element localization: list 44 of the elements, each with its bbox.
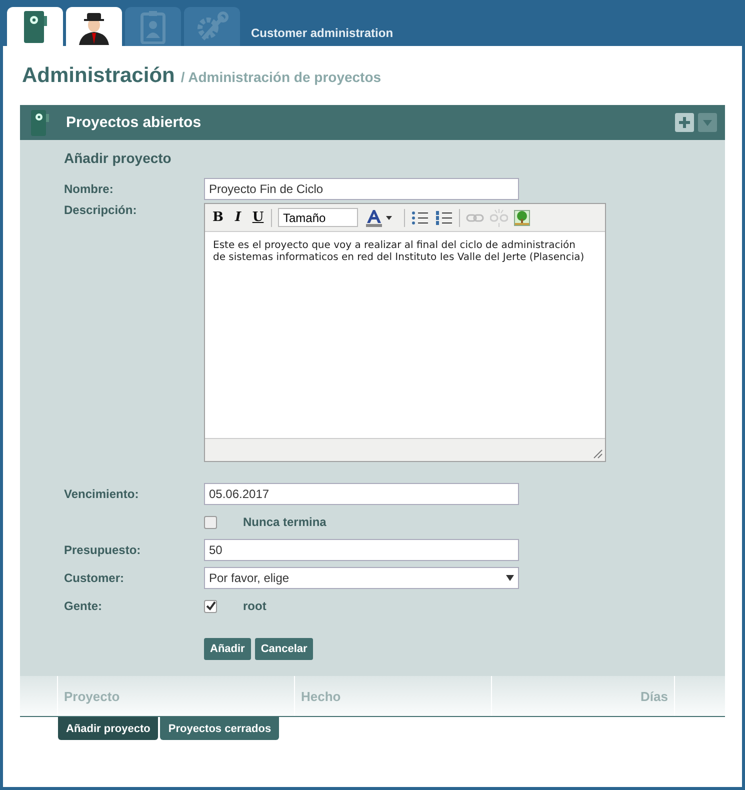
add-button[interactable]: Añadir (204, 638, 251, 660)
tab[interactable]: Proyectos cerrados (160, 717, 280, 740)
budget-field[interactable]: 50 (204, 539, 519, 561)
image-icon[interactable] (514, 210, 530, 226)
gear-wrench-icon (195, 10, 229, 42)
checkbox[interactable] (204, 516, 217, 528)
field-label: Presupuesto: (64, 543, 142, 557)
field-label: Nombre: (64, 182, 114, 196)
underline-button[interactable]: U (251, 210, 265, 225)
customer-dropdown[interactable]: Por favor, elige (204, 567, 519, 589)
checkbox[interactable] (204, 600, 217, 612)
nav-tab[interactable] (66, 7, 122, 46)
folder-gear-icon (22, 10, 48, 44)
column-header: Hecho (295, 676, 492, 716)
checkbox-label: root (243, 599, 266, 613)
folder-gear-icon (30, 108, 50, 136)
nav-tab[interactable] (7, 7, 63, 46)
form-title: Añadir proyecto (64, 150, 172, 166)
italic-button[interactable]: I (231, 210, 245, 225)
checkbox-label: Nunca termina (243, 515, 326, 529)
numbered-list-icon[interactable] (435, 210, 453, 226)
field-label: Gente: (64, 599, 102, 613)
nav-link[interactable]: Customer administration (251, 26, 394, 46)
breadcrumb: / Administración de proyectos (180, 69, 382, 85)
name-field[interactable]: Proyecto Fin de Ciclo (204, 178, 519, 200)
size-dropdown[interactable]: Tamaño (278, 208, 358, 227)
dropdown-arrow-icon (506, 575, 514, 581)
resize-handle-icon[interactable] (593, 449, 603, 459)
panel-title: Proyectos abiertos (66, 114, 202, 131)
date-field[interactable]: 05.06.2017 (204, 483, 519, 505)
page-title: Administración (22, 64, 175, 88)
field-label: Customer: (64, 571, 126, 585)
add-icon[interactable] (675, 113, 694, 132)
bulleted-list-icon[interactable] (411, 210, 429, 226)
cancel-button[interactable]: Cancelar (254, 638, 314, 660)
field-label: Vencimiento: (64, 487, 140, 501)
tab[interactable]: Añadir proyecto (58, 717, 158, 740)
id-badge-icon (140, 10, 166, 44)
bold-button[interactable]: B (211, 210, 225, 225)
rich-text-editor[interactable]: B I U Tamaño Este es el proyecto que voy a realizar al final del ciclo de administración de sistemas informaticos en red del Instituto Ies Valle del Jerte (Plasencia) (204, 203, 606, 462)
editor-text[interactable]: Este es el proyecto que voy a realizar al final del ciclo de administración de sistemas informaticos en red del Instituto Ies Valle del Jerte (Plasencia) (205, 232, 605, 438)
column-header: Proyecto (58, 676, 295, 716)
field-label: Descripción: (64, 203, 138, 217)
column-header: Días (492, 676, 675, 716)
